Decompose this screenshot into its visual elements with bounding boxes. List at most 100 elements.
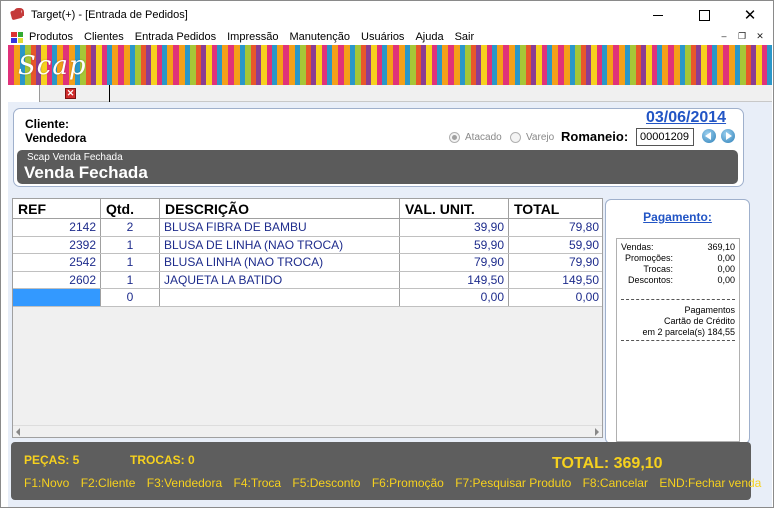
cell-ref[interactable]: 2602 [13, 271, 101, 288]
col-total-header[interactable]: TOTAL [509, 199, 602, 218]
vendas-row: Vendas: 369,10 [621, 242, 735, 253]
cell-total[interactable]: 149,50 [509, 272, 602, 289]
cell-qtd[interactable]: 2 [101, 219, 160, 236]
scroll-left-icon[interactable] [16, 428, 20, 436]
sale-status-bar: Scap Venda Fechada Venda Fechada [17, 150, 738, 184]
shortcut-f3: F3:Vendedora [146, 476, 223, 490]
menu-sair[interactable]: Sair [455, 31, 475, 43]
cell-total[interactable]: 0,00 [509, 289, 602, 306]
previous-arrow-icon[interactable] [702, 129, 716, 143]
cell-total[interactable]: 59,90 [509, 237, 602, 254]
cell-total[interactable]: 79,80 [509, 219, 602, 236]
table-row[interactable]: 2142 2 BLUSA FIBRA DE BAMBU 39,90 79,80 [13, 219, 602, 237]
menu-produtos[interactable]: Produtos [29, 31, 73, 43]
order-date-link[interactable]: 03/06/2014 [646, 109, 726, 127]
shortcut-f6: F6:Promoção [371, 476, 444, 490]
atacado-radio[interactable]: Atacado [449, 132, 502, 143]
payment-summary: Vendas: 369,10 Promoções: 0,00 Trocas: 0… [616, 238, 740, 442]
shortcut-f2: F2:Cliente [80, 476, 136, 490]
cell-val-unit[interactable]: 79,90 [400, 254, 509, 271]
cell-descricao[interactable]: BLUSA LINHA (NAO TROCA) [160, 254, 400, 271]
window-controls: ✕ [635, 1, 773, 29]
cell-descricao[interactable]: BLUSA DE LINHA (NAO TROCA) [160, 236, 400, 253]
menu-usuarios[interactable]: Usuários [361, 31, 404, 43]
romaneio-input[interactable] [636, 128, 694, 146]
payment-title-link[interactable]: Pagamento: [606, 210, 749, 224]
menu-entrada-pedidos[interactable]: Entrada Pedidos [135, 31, 216, 43]
summary-divider [621, 299, 735, 300]
cell-qtd[interactable]: 1 [101, 236, 160, 253]
vendas-label: Vendas: [621, 242, 654, 252]
tab-strip: ✕ [8, 85, 772, 102]
cell-ref[interactable]: 2392 [13, 236, 101, 253]
cell-ref-active[interactable] [13, 289, 101, 306]
col-descricao-header[interactable]: DESCRIÇÃO [160, 199, 400, 218]
col-val-unit-header[interactable]: VAL. UNIT. [400, 199, 509, 218]
shortcut-end: END:Fechar venda [659, 476, 762, 490]
mdi-minimize-button[interactable]: – [717, 30, 731, 43]
cliente-label: Cliente: [25, 117, 70, 131]
descontos-row: Descontos: 0,00 [621, 275, 735, 286]
cell-descricao[interactable]: BLUSA FIBRA DE BAMBU [160, 219, 400, 236]
minimize-button[interactable] [635, 1, 681, 29]
col-ref-header[interactable]: REF [13, 199, 101, 218]
cell-val-unit[interactable]: 0,00 [400, 289, 509, 306]
atacado-radio-circle[interactable] [449, 132, 460, 143]
table-row[interactable]: 2392 1 BLUSA DE LINHA (NAO TROCA) 59,90 … [13, 236, 602, 254]
col-qtd-header[interactable]: Qtd. [101, 199, 160, 218]
promocoes-row: Promoções: 0,00 [621, 253, 735, 264]
cell-qtd[interactable]: 1 [101, 254, 160, 271]
shortcut-f7: F7:Pesquisar Produto [455, 476, 572, 490]
promocoes-label: Promoções: [624, 253, 673, 263]
scroll-right-icon[interactable] [595, 428, 599, 436]
atacado-label: Atacado [465, 132, 502, 143]
menu-ajuda[interactable]: Ajuda [415, 31, 443, 43]
maximize-button[interactable] [681, 1, 727, 29]
varejo-radio[interactable]: Varejo [510, 132, 554, 143]
grid-body: 2142 2 BLUSA FIBRA DE BAMBU 39,90 79,80 … [13, 219, 602, 307]
table-row[interactable]: 2542 1 BLUSA LINHA (NAO TROCA) 79,90 79,… [13, 254, 602, 272]
cell-val-unit[interactable]: 39,90 [400, 219, 509, 236]
title-bar: Target(+) - [Entrada de Pedidos] ✕ [1, 1, 773, 29]
payment-divider [621, 340, 735, 341]
cell-val-unit[interactable]: 149,50 [400, 271, 509, 288]
cell-val-unit[interactable]: 59,90 [400, 236, 509, 253]
tab-close-icon[interactable]: ✕ [65, 88, 76, 99]
next-arrow-icon[interactable] [721, 129, 735, 143]
cell-ref[interactable]: 2142 [13, 219, 101, 236]
menu-manutencao[interactable]: Manutenção [289, 31, 350, 43]
mdi-close-button[interactable]: ✕ [753, 30, 767, 43]
brand-banner: Scap [8, 45, 772, 85]
mdi-child-icon[interactable] [11, 31, 23, 43]
cell-total[interactable]: 79,90 [509, 254, 602, 271]
grid-header: REF Qtd. DESCRIÇÃO VAL. UNIT. TOTAL [13, 199, 602, 219]
cell-descricao[interactable]: JAQUETA LA BATIDO [160, 271, 400, 288]
cell-ref[interactable]: 2542 [13, 254, 101, 271]
vendas-value: 369,10 [707, 242, 735, 252]
shortcut-keys: F1:Novo F2:Cliente F3:Vendedora F4:Troca… [24, 476, 769, 490]
varejo-radio-circle[interactable] [510, 132, 521, 143]
close-button[interactable]: ✕ [727, 1, 773, 29]
horizontal-scrollbar[interactable] [13, 425, 602, 437]
order-header-panel: Cliente: Vendedora 03/06/2014 Atacado Va… [13, 108, 744, 187]
payment-panel: Pagamento: Vendas: 369,10 Promoções: 0,0… [605, 199, 750, 444]
scap-logo: Scap [18, 51, 87, 81]
cell-qtd[interactable]: 0 [101, 289, 160, 306]
items-grid[interactable]: REF Qtd. DESCRIÇÃO VAL. UNIT. TOTAL 2142… [12, 198, 603, 438]
menu-impressao[interactable]: Impressão [227, 31, 278, 43]
order-total: TOTAL: 369,10 [552, 455, 663, 472]
descontos-label: Descontos: [627, 275, 673, 285]
table-row[interactable]: 2602 1 JAQUETA LA BATIDO 149,50 149,50 [13, 271, 602, 289]
tab-blank[interactable] [8, 85, 40, 102]
trocas-value: 0,00 [717, 264, 735, 274]
cell-descricao[interactable] [160, 289, 400, 306]
cell-qtd[interactable]: 1 [101, 271, 160, 288]
shortcut-f5: F5:Desconto [292, 476, 361, 490]
table-row-new[interactable]: 0 0,00 0,00 [13, 289, 602, 307]
vendedora-label: Vendedora [25, 131, 87, 145]
tab-entrada-pedidos[interactable]: ✕ [40, 85, 110, 102]
menu-clientes[interactable]: Clientes [84, 31, 124, 43]
mdi-restore-button[interactable]: ❐ [735, 30, 749, 43]
payments-heading: Pagamentos [684, 305, 735, 315]
payment-method: Cartão de Crédito [663, 316, 735, 326]
